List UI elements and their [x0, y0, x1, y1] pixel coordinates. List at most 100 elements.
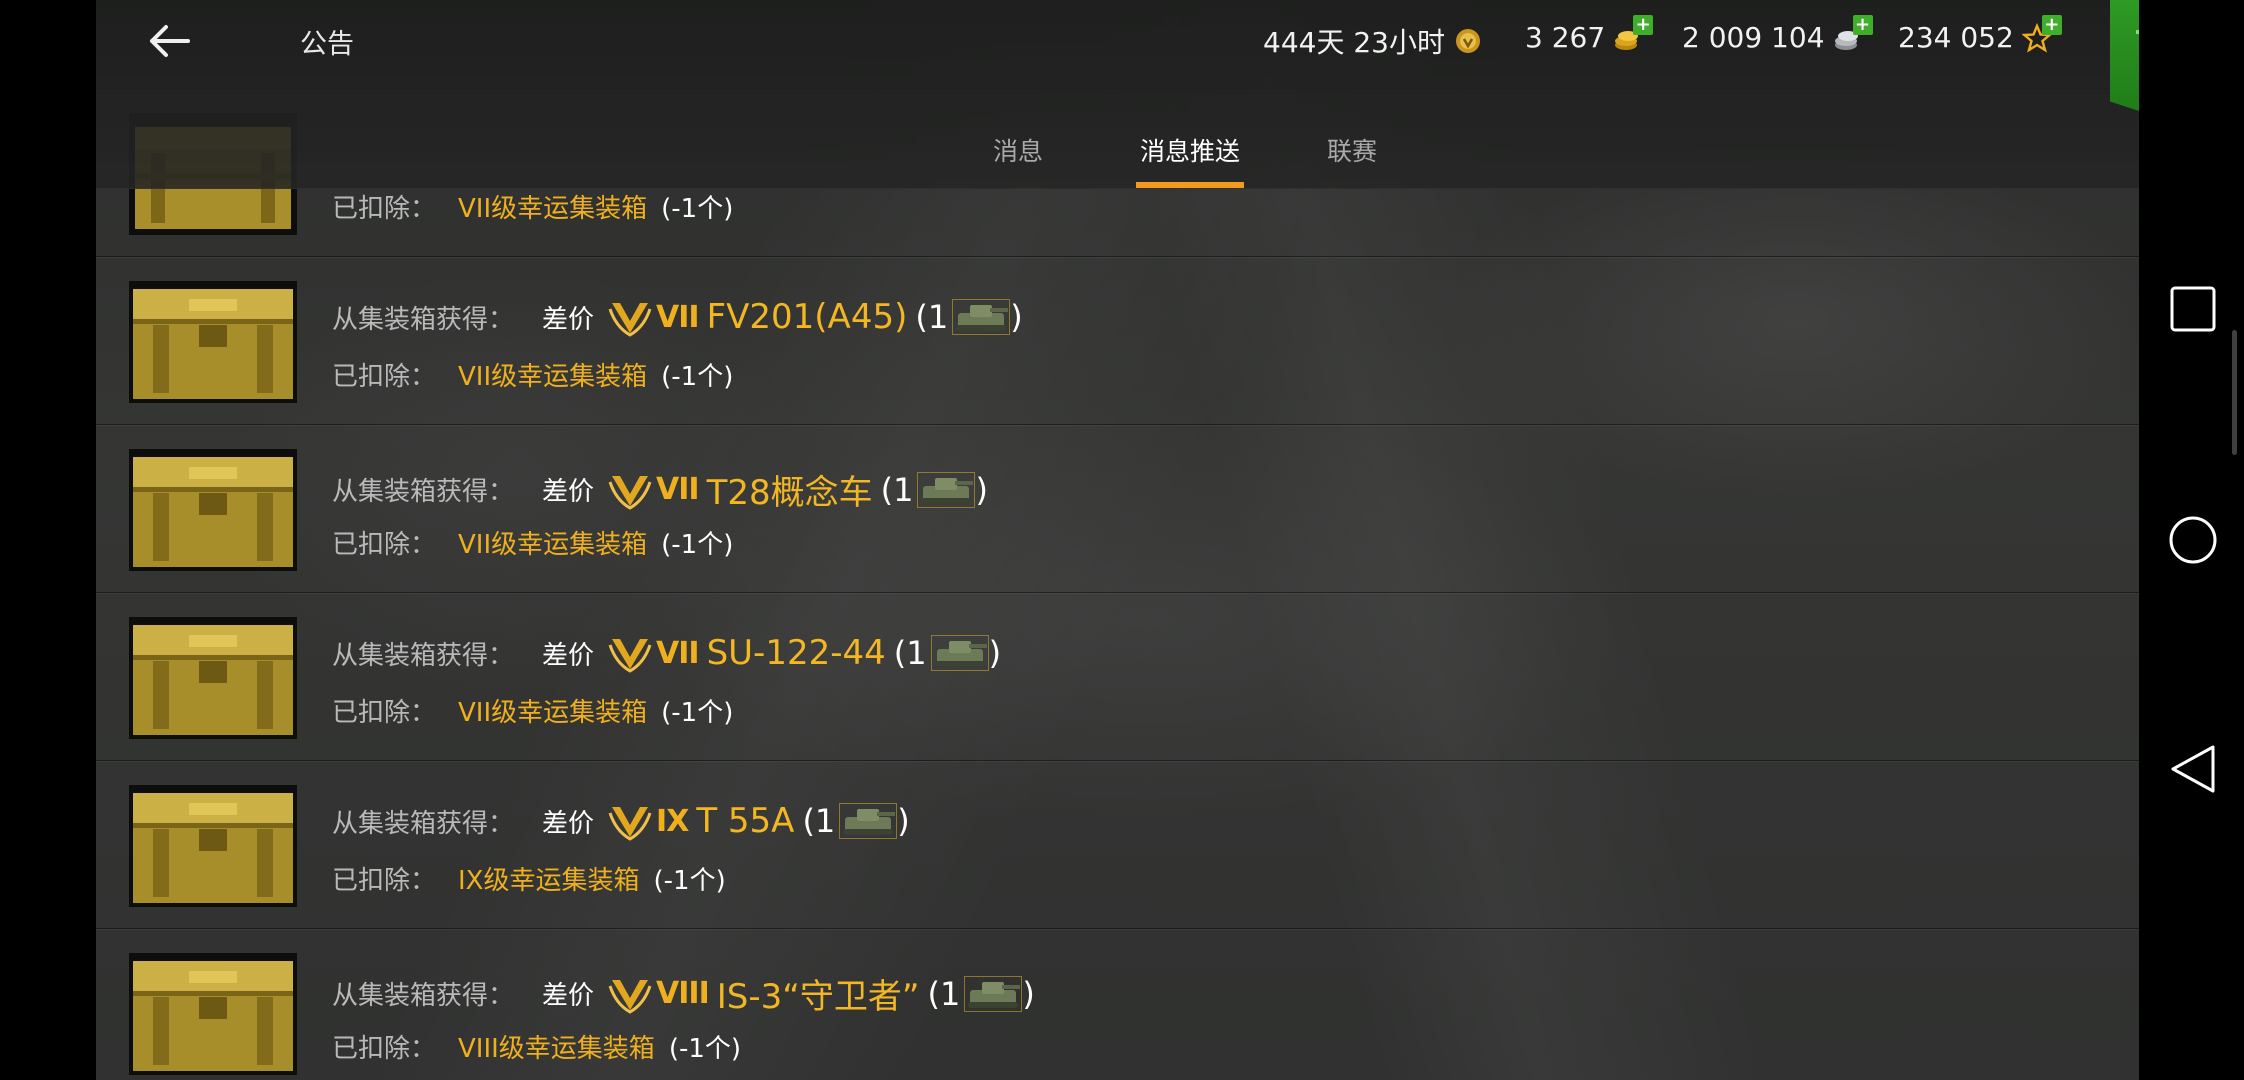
tank-icon: [964, 975, 1023, 1012]
shop-button[interactable]: [2110, 0, 2139, 118]
tank-tier: VII: [656, 635, 700, 671]
deducted-line: 已扣除： VII级幸运集装箱 (-1个): [332, 188, 733, 225]
tank-tier: VII: [656, 472, 700, 507]
tank-icon: [839, 803, 898, 839]
gain-label: 从集装箱获得：: [332, 981, 515, 1011]
tab-label: 消息推送: [1139, 137, 1240, 166]
tank-qty: (1 ): [915, 298, 1022, 336]
container-crate-icon: [129, 449, 297, 571]
tab-label: 联赛: [1326, 137, 1377, 166]
home-circle-icon[interactable]: [2168, 515, 2218, 565]
gain-type: 差价: [542, 808, 595, 839]
deducted-qty: (-1个): [661, 194, 734, 224]
shopping-cart-icon: [2136, 30, 2139, 60]
tank-name: T 55A: [696, 801, 795, 841]
free-xp-value: 234 052: [1898, 21, 2014, 54]
gain-line: 从集装箱获得： 差价 VII FV201(A45) (1): [332, 297, 1023, 337]
gain-label: 从集装箱获得：: [332, 477, 515, 507]
deducted-item: VII级幸运集装箱: [458, 698, 648, 728]
collector-badge-icon: [608, 475, 652, 510]
add-silver-icon[interactable]: +: [1852, 14, 1873, 35]
list-item: 从集装箱获得： 差价 IX T 55A (1) 已扣除： IX级幸运集装箱 (…: [96, 760, 2139, 929]
gain-type: 差价: [542, 640, 595, 671]
tab-push-messages[interactable]: 消息推送: [1136, 132, 1244, 188]
qty-open: (1: [893, 634, 927, 672]
collector-badge-icon: [608, 979, 652, 1014]
deducted-line: 已扣除： VII级幸运集装箱 (-1个): [332, 524, 733, 561]
gain-type: 差价: [542, 477, 595, 507]
container-crate-icon: [129, 617, 297, 739]
tank-icon: [952, 299, 1011, 335]
qty-close: ): [988, 634, 1002, 672]
page-title: 公告: [300, 29, 354, 60]
container-crate-icon: [129, 953, 297, 1075]
tank-name: FV201(A45): [706, 297, 908, 337]
deducted-line: 已扣除： VII级幸运集装箱 (-1个): [332, 356, 733, 393]
deducted-label: 已扣除：: [332, 1034, 437, 1064]
tank-icon: [930, 635, 989, 671]
gold-balance[interactable]: 3 267 +: [1525, 14, 1654, 54]
free-xp-balance[interactable]: 234 052 +: [1898, 14, 2062, 54]
silver-balance[interactable]: 2 009 104 +: [1682, 14, 1873, 54]
recents-square-icon[interactable]: [2169, 285, 2217, 333]
gain-line: 从集装箱获得： 差价 VII T28概念车 (1): [332, 465, 988, 514]
qty-open: (1: [927, 974, 961, 1013]
tab-league[interactable]: 联赛: [1322, 132, 1382, 188]
deducted-qty: (-1个): [661, 362, 734, 392]
premium-time-value: 444天 23小时: [1263, 26, 1445, 59]
deducted-line: 已扣除： VII级幸运集装箱 (-1个): [332, 692, 733, 729]
deducted-label: 已扣除：: [332, 362, 437, 392]
gold-coins-icon: +: [1613, 14, 1654, 53]
collector-badge-icon: [608, 639, 652, 673]
deducted-item: VII级幸运集装箱: [458, 530, 648, 560]
deducted-qty: (-1个): [661, 530, 734, 560]
star-xp-icon: +: [2021, 14, 2062, 53]
deducted-label: 已扣除：: [332, 866, 437, 896]
deducted-line: 已扣除： IX级幸运集装箱 (-1个): [332, 860, 726, 897]
header-bar: 公告 444天 23小时 3 267 + 2 009 104 + 234 052…: [96, 0, 2139, 189]
back-arrow-icon[interactable]: [144, 16, 194, 66]
container-crate-icon: [129, 785, 297, 907]
tank-qty: (1 ): [894, 634, 1001, 672]
deducted-item: VII级幸运集装箱: [458, 194, 648, 224]
scrollbar-thumb[interactable]: [2232, 330, 2237, 455]
list-item: 从集装箱获得： 差价 VII FV201(A45) (1) 已扣除： VII级…: [96, 256, 2139, 425]
gain-line: 从集装箱获得： 差价 VII SU-122-44 (1): [332, 633, 1001, 673]
qty-close: ): [1022, 974, 1035, 1013]
gain-line: 从集装箱获得： 差价 IX T 55A (1): [332, 801, 910, 841]
silver-value: 2 009 104: [1682, 21, 1825, 54]
deducted-qty: (-1个): [668, 1034, 742, 1064]
deducted-label: 已扣除：: [332, 194, 437, 224]
container-crate-icon: [129, 281, 297, 403]
tank-qty: (1 ): [881, 471, 988, 509]
tab-bar: 消息 消息推送 联赛: [96, 132, 2139, 188]
tab-messages[interactable]: 消息: [978, 132, 1058, 188]
tank-icon: [917, 471, 976, 508]
app-screen: 已扣除： VII级幸运集装箱 (-1个) 从集装箱获得： 差价 VII FV20…: [96, 0, 2139, 1080]
add-free-xp-icon[interactable]: +: [2041, 14, 2062, 35]
collector-badge-icon: [608, 807, 652, 841]
collector-badge-icon: [608, 303, 652, 337]
premium-badge-icon: [1455, 29, 1480, 53]
gain-label: 从集装箱获得：: [332, 640, 515, 671]
add-gold-icon[interactable]: +: [1633, 14, 1654, 35]
tank-qty: (1 ): [802, 802, 909, 840]
gain-type: 差价: [542, 304, 595, 335]
qty-close: ): [975, 470, 988, 509]
deducted-qty: (-1个): [661, 698, 734, 728]
tank-qty: (1 ): [928, 975, 1035, 1013]
premium-time[interactable]: 444天 23小时: [1263, 21, 1483, 61]
deducted-label: 已扣除：: [332, 698, 437, 728]
qty-close: ): [897, 802, 910, 840]
tank-name: IS-3“守卫者”: [716, 977, 920, 1017]
qty-close: ): [1010, 298, 1023, 336]
back-triangle-icon[interactable]: [2169, 743, 2217, 795]
qty-open: (1: [915, 298, 949, 336]
gain-label: 从集装箱获得：: [332, 808, 515, 839]
gain-label: 从集装箱获得：: [332, 304, 515, 335]
tank-tier: IX: [656, 803, 689, 839]
deducted-line: 已扣除： VIII级幸运集装箱 (-1个): [332, 1028, 741, 1065]
list-item: 从集装箱获得： 差价 VIII IS-3“守卫者” (1) 已扣除： VIII…: [96, 928, 2139, 1080]
deducted-label: 已扣除：: [332, 530, 437, 560]
tank-name: T28概念车: [706, 473, 873, 513]
